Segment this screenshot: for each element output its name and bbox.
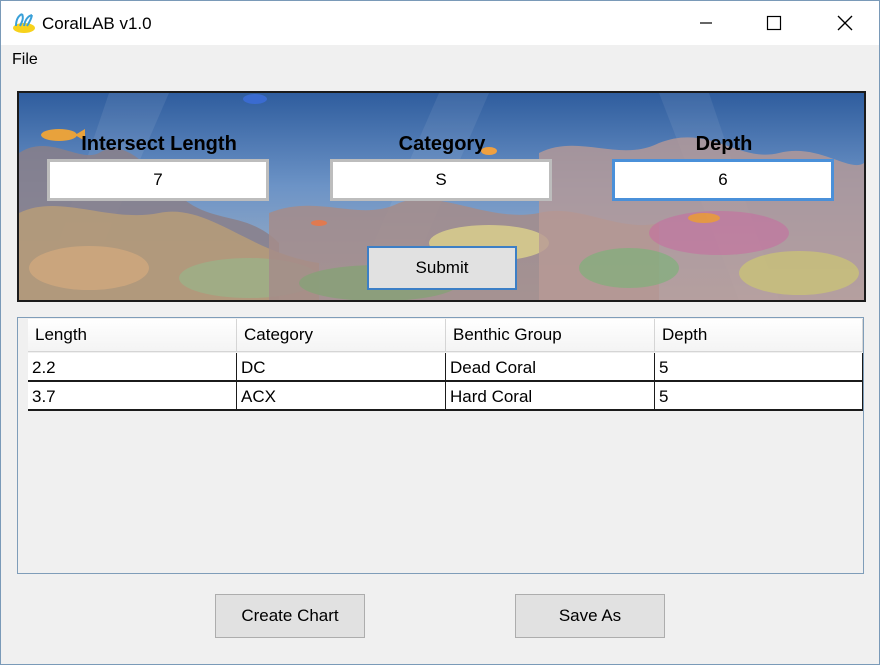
menu-file[interactable]: File — [12, 51, 38, 69]
intersect-length-input[interactable] — [47, 159, 269, 201]
save-as-button[interactable]: Save As — [515, 594, 665, 638]
cell-benthic-group[interactable]: Hard Coral — [446, 382, 655, 411]
cell-length[interactable]: 2.2 — [28, 353, 237, 382]
cell-benthic-group[interactable]: Dead Coral — [446, 353, 655, 382]
maximize-button[interactable] — [751, 1, 797, 45]
submit-button[interactable]: Submit — [367, 246, 517, 290]
title-bar[interactable]: CoralLAB v1.0 — [1, 1, 879, 45]
window-title: CoralLAB v1.0 — [42, 14, 152, 33]
intersect-length-label: Intersect Length — [81, 133, 237, 155]
create-chart-button[interactable]: Create Chart — [215, 594, 365, 638]
column-header-length[interactable]: Length — [28, 319, 237, 351]
category-label: Category — [398, 133, 486, 155]
depth-label: Depth — [695, 133, 753, 155]
cell-category[interactable]: ACX — [237, 382, 446, 411]
minimize-button[interactable] — [683, 1, 729, 45]
table-row[interactable]: 2.2 DC Dead Coral 5 — [28, 353, 863, 382]
column-header-depth[interactable]: Depth — [655, 319, 863, 351]
maximize-icon — [766, 15, 782, 31]
cell-depth[interactable]: 5 — [655, 353, 863, 382]
depth-input[interactable] — [612, 159, 834, 201]
cell-category[interactable]: DC — [237, 353, 446, 382]
table-row[interactable]: 3.7 ACX Hard Coral 5 — [28, 382, 863, 411]
category-input[interactable] — [330, 159, 552, 201]
close-icon — [837, 15, 853, 31]
data-grid[interactable]: Length Category Benthic Group Depth 2.2 … — [17, 317, 864, 574]
coral-app-icon — [12, 12, 36, 34]
reef-banner: Intersect Length Category Depth Submit — [17, 91, 866, 302]
column-header-benthic-group[interactable]: Benthic Group — [446, 319, 655, 351]
cell-length[interactable]: 3.7 — [28, 382, 237, 411]
column-header-category[interactable]: Category — [237, 319, 446, 351]
menu-bar: File — [1, 45, 879, 75]
cell-depth[interactable]: 5 — [655, 382, 863, 411]
grid-header: Length Category Benthic Group Depth — [28, 319, 863, 352]
close-button[interactable] — [822, 1, 868, 45]
app-window: CoralLAB v1.0 File Intersect Length 7 Ca… — [0, 0, 880, 665]
minimize-icon — [699, 16, 713, 30]
